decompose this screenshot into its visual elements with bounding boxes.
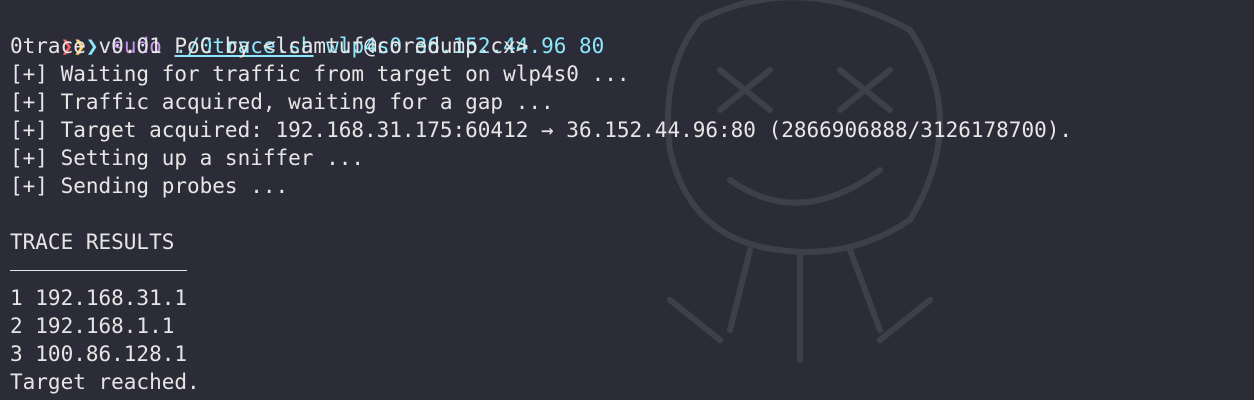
terminal-window[interactable]: ❯❯❯ sudo ./0trace.sh wlp4s0 36.152.44.96… [0, 0, 1254, 400]
command-line: ❯❯❯ sudo ./0trace.sh wlp4s0 36.152.44.96… [10, 4, 1254, 58]
output-line: [+] Setting up a sniffer ... [10, 146, 365, 170]
output-line: [+] Target acquired: 192.168.31.175:6041… [10, 118, 1073, 142]
results-heading: TRACE RESULTS [10, 230, 175, 254]
output-line: [+] Traffic acquired, waiting for a gap … [10, 90, 554, 114]
hop-line: 2 192.168.1.1 [10, 314, 175, 338]
output-line: [+] Sending probes ... [10, 174, 289, 198]
hop-line: 1 192.168.31.1 [10, 286, 188, 310]
output-line: 0trace v0.01 PoC by <lcamtuf@coredump.cx… [10, 34, 529, 58]
final-status: Target reached. [10, 370, 200, 394]
hop-line: 3 100.86.128.1 [10, 342, 188, 366]
results-divider [10, 256, 1254, 284]
output-line: [+] Waiting for traffic from target on w… [10, 62, 630, 86]
